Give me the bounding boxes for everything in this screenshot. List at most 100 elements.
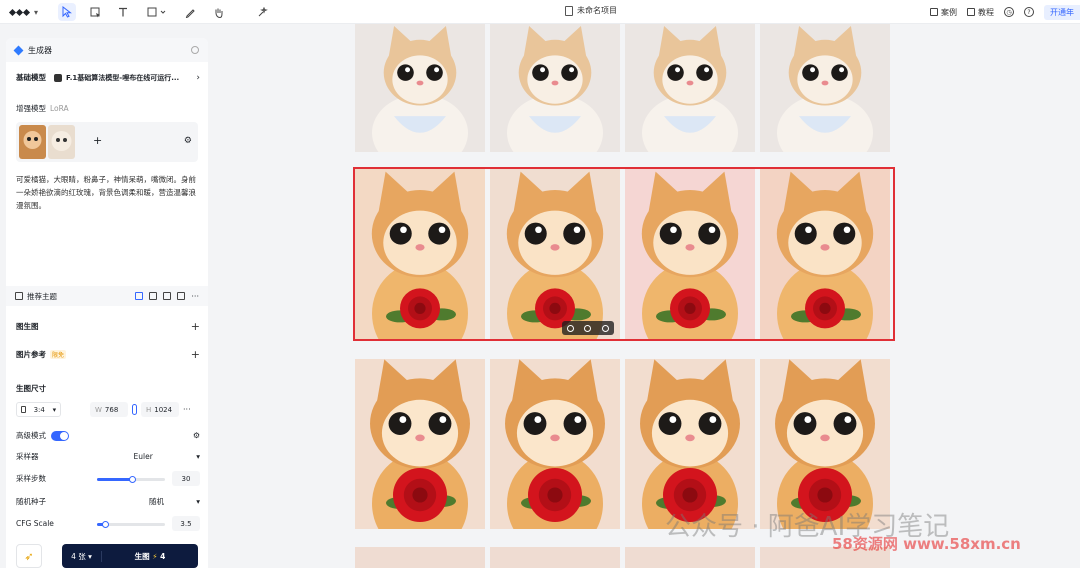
advanced-toggle[interactable] [51,430,69,441]
project-title-area[interactable]: 未命名项目 [565,5,617,16]
link-ratio-icon[interactable] [132,404,137,415]
image-count-select[interactable]: 4 张 ▾ [62,550,102,562]
height-value: 1024 [154,405,173,414]
prompt-tools-row: 推荐主题 ··· [6,286,208,306]
width-field[interactable]: W 768 [90,402,128,417]
free-badge: 限免 [50,350,67,359]
generated-image[interactable] [490,24,620,152]
translate-icon[interactable] [163,291,172,300]
panel-title: 生成器 [28,45,52,55]
generate-button[interactable]: 4 张 ▾ 生图 ⚡ 4 [62,544,198,568]
width-label: W [95,405,102,414]
panel-header: 生成器 [6,38,208,62]
advanced-row: 高级模式 ⚙ [16,430,200,441]
info-icon[interactable] [601,324,609,332]
tutorial-label: 教程 [978,7,994,17]
height-field[interactable]: H 1024 [141,402,179,417]
bolt-icon: ⚡ [152,551,158,561]
cfg-input[interactable]: 3.5 [172,516,200,531]
lora-thumbnail[interactable] [19,125,46,159]
cfg-slider-handle[interactable] [102,521,109,528]
chevron-right-icon: › [196,72,200,83]
frame-select-icon[interactable] [86,3,104,21]
chevron-down-icon: ▾ [52,405,57,414]
trash-icon[interactable] [177,291,186,300]
select-tool-icon[interactable] [58,3,76,21]
image-count: 4 张 [71,551,86,561]
book-icon [967,8,975,16]
cfg-slider[interactable] [97,521,165,528]
image-action-toolbar[interactable] [562,321,614,335]
advanced-label: 高级模式 [16,431,46,440]
img2img-label: 图生图 [16,322,39,331]
seed-row[interactable]: 随机种子 随机 ▾ [16,496,200,507]
upgrade-button[interactable]: 开通年 [1044,4,1080,20]
generated-image[interactable] [355,24,485,152]
selection-frame[interactable] [353,167,895,341]
text-tool-icon[interactable] [114,3,132,21]
base-model-value: F.1基础算法模型-哩布在线可运行... [66,73,180,82]
shape-tool-icon[interactable] [144,3,170,21]
ratio-select[interactable]: 3:4 ▾ [16,402,61,417]
steps-slider-handle[interactable] [129,476,136,483]
hand-tool-icon[interactable] [209,3,227,21]
app-logo[interactable]: ▾ [8,5,40,19]
generator-icon [13,45,24,55]
sampler-row[interactable]: 采样器 Euler ▾ [16,451,200,462]
prompt-text[interactable]: 可爱橘猫，大眼睛，粉鼻子，神情呆萌，嘴微闭。身前一朵娇艳欲滴的红玫瑰，背景色调柔… [16,173,198,212]
chevron-down-icon: ▾ [196,452,200,461]
cases-button[interactable]: 案例 [930,7,957,18]
tab-recommended-themes[interactable]: 推荐主题 [27,291,57,302]
help-icon[interactable]: ? [1024,7,1034,17]
lora-hint: LoRA [50,104,69,113]
image-reference-label: 图片参考 [16,350,46,359]
pen-tool-icon[interactable] [181,3,199,21]
cases-icon [930,8,938,16]
sampler-label: 采样器 [16,452,39,461]
size-controls: 3:4 ▾ W 768 H 1024 ··· [16,402,200,417]
bookmark-icon [15,292,23,300]
seed-value: 随机 [149,497,164,506]
more-icon[interactable]: ··· [191,292,199,301]
lora-thumbnail[interactable] [48,125,75,159]
steps-input[interactable]: 30 [172,471,200,486]
magic-tool-icon[interactable] [253,3,271,21]
project-title[interactable]: 未命名项目 [577,5,617,16]
generated-image[interactable] [490,359,620,529]
generated-image[interactable] [760,359,890,529]
lora-panel: + ⚙ [16,122,198,162]
base-model-label: 基础模型 [16,73,46,82]
generate-label: 生图 [134,551,150,561]
add-icon[interactable]: + [191,348,200,361]
more-icon[interactable]: ··· [183,405,191,414]
settings-sliders-icon[interactable]: ⚙ [184,136,192,146]
tutorial-button[interactable]: 教程 [967,7,994,18]
settings-sliders-icon[interactable]: ⚙ [193,431,200,440]
generated-image[interactable] [490,547,620,568]
img2img-row[interactable]: 图生图 + [16,320,200,333]
expand-icon[interactable] [149,291,158,300]
document-icon [565,5,573,16]
image-reference-row[interactable]: 图片参考 限免 + [16,348,200,361]
cases-label: 案例 [941,7,957,17]
generated-image[interactable] [355,547,485,568]
cfg-label: CFG Scale [16,519,54,528]
generated-image[interactable] [355,359,485,529]
height-label: H [146,405,152,414]
add-icon[interactable]: + [191,320,200,333]
generated-image[interactable] [625,359,755,529]
chevron-down-icon: ▾ [196,497,200,506]
generated-image[interactable] [625,24,755,152]
edit-icon[interactable] [135,291,144,300]
refresh-icon[interactable] [191,46,199,54]
lora-row: 增强模型 LoRA [16,103,200,114]
add-lora-icon[interactable]: + [93,134,102,147]
history-icon[interactable]: ◷ [1004,7,1014,17]
variation-icon[interactable] [584,324,592,332]
steps-slider[interactable] [97,476,165,483]
edit-image-icon[interactable] [567,324,575,332]
rocket-icon[interactable]: ➶ [16,544,42,568]
generated-image[interactable] [760,24,890,152]
base-model-row[interactable]: 基础模型 F.1基础算法模型-哩布在线可运行... › [16,72,200,83]
generated-image[interactable] [625,547,755,568]
